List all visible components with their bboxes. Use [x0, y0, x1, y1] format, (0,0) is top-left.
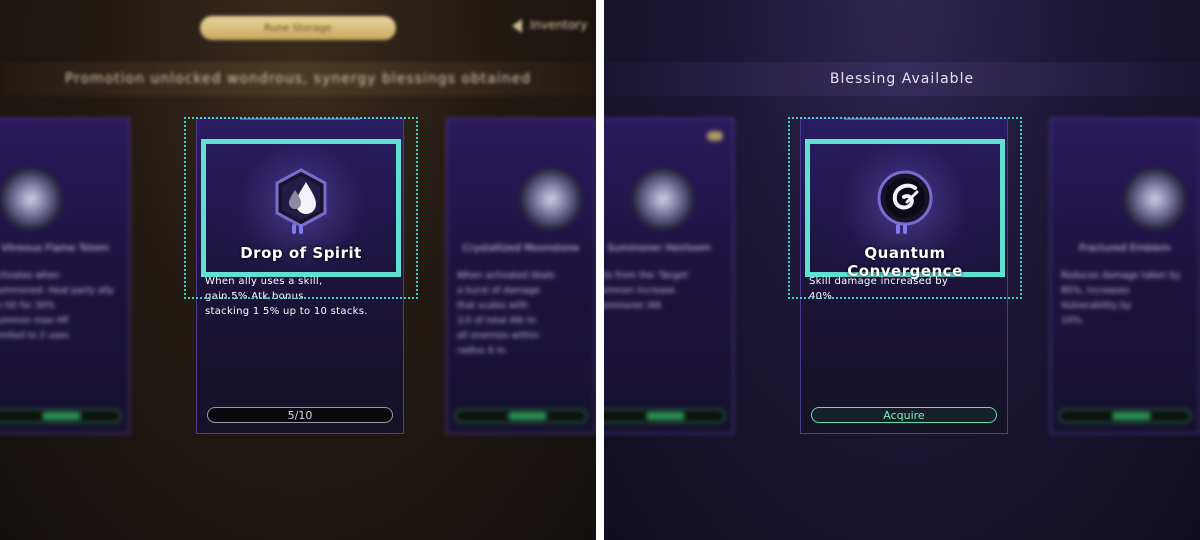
selection-outline — [788, 117, 1022, 299]
left-screen: Rune Storage Inventory Promotion unlocke… — [0, 0, 596, 540]
blessing-card-right[interactable]: Crystallized Moonstone When activated de… — [446, 118, 596, 434]
card-description: When activated deals a burst of damage tha… — [457, 271, 555, 356]
badge-icon — [707, 131, 723, 141]
progress-bar — [0, 409, 121, 423]
card-title: Vitreous Flame Totem — [0, 243, 110, 254]
blessing-card-left[interactable]: Vitreous Flame Totem Activates whenSummo… — [0, 118, 130, 434]
progress-bar — [1059, 409, 1191, 423]
back-button[interactable]: Inventory — [512, 18, 587, 33]
selection-outline — [184, 117, 418, 299]
moonstone-icon — [519, 167, 583, 231]
card-description: Hits from the 'Target'summon increaseSum… — [604, 271, 690, 311]
promotion-banner: Promotion unlocked wondrous, synergy ble… — [0, 62, 596, 96]
back-label: Inventory — [530, 18, 588, 32]
progress-bar — [455, 409, 587, 423]
card-title: Summoner Heirloom — [607, 243, 711, 254]
card-title: Crystallized Moonstone — [462, 243, 580, 254]
heirloom-icon — [631, 167, 695, 231]
emblem-icon — [1123, 167, 1187, 231]
progress-bar — [604, 409, 725, 423]
blessing-banner: Blessing Available — [604, 62, 1200, 96]
panel-divider — [596, 0, 604, 540]
right-screen: Blessing Available Summoner Heirloom Hit… — [604, 0, 1200, 540]
blessing-card-left[interactable]: Summoner Heirloom Hits from the 'Target'… — [604, 118, 734, 434]
card-description: Activates whenSummoned. Heal party allyo… — [0, 271, 114, 341]
back-arrow-icon — [512, 18, 522, 33]
card-description: Reduces damage taken by 80%, increases Vul… — [1061, 271, 1181, 326]
acquire-button[interactable]: Acquire — [811, 407, 997, 423]
rune-storage-tab[interactable]: Rune Storage — [200, 16, 396, 40]
totem-icon — [0, 167, 63, 231]
card-title: Fractured Emblem — [1079, 243, 1171, 254]
blessing-card-right[interactable]: Fractured Emblem Reduces damage taken by… — [1050, 118, 1200, 434]
stack-count-button[interactable]: 5/10 — [207, 407, 393, 423]
